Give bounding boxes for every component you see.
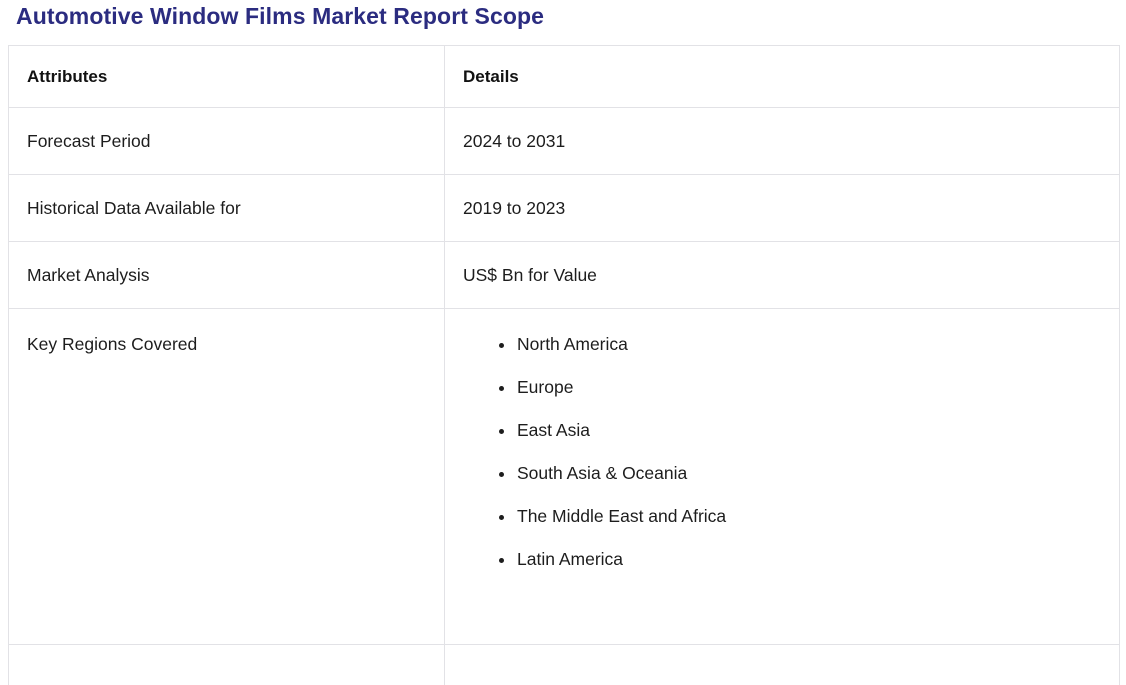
column-header-details: Details <box>445 46 1120 108</box>
report-scope-page: Automotive Window Films Market Report Sc… <box>0 0 1126 685</box>
attribute-cell: Historical Data Available for <box>9 175 445 242</box>
table-row-historical-data: Historical Data Available for 2019 to 20… <box>9 175 1120 242</box>
table-row-market-analysis: Market Analysis US$ Bn for Value <box>9 242 1120 309</box>
detail-cell <box>445 645 1120 685</box>
regions-list: North America Europe East Asia South Asi… <box>463 332 1105 572</box>
list-item-region: South Asia & Oceania <box>516 461 1105 486</box>
detail-cell: 2019 to 2023 <box>445 175 1120 242</box>
page-title: Automotive Window Films Market Report Sc… <box>0 0 1126 30</box>
report-scope-table: Attributes Details Forecast Period 2024 … <box>8 45 1120 685</box>
list-item-region: Latin America <box>516 547 1105 572</box>
list-item-region: The Middle East and Africa <box>516 504 1105 529</box>
detail-cell: North America Europe East Asia South Asi… <box>445 309 1120 645</box>
table-row-forecast-period: Forecast Period 2024 to 2031 <box>9 108 1120 175</box>
attribute-cell: Key Regions Covered <box>9 309 445 645</box>
detail-cell: US$ Bn for Value <box>445 242 1120 309</box>
column-header-attributes: Attributes <box>9 46 445 108</box>
table-row-partial <box>9 645 1120 685</box>
detail-cell: 2024 to 2031 <box>445 108 1120 175</box>
list-item-region: Europe <box>516 375 1105 400</box>
list-item-region: North America <box>516 332 1105 357</box>
table-header-row: Attributes Details <box>9 46 1120 108</box>
list-item-region: East Asia <box>516 418 1105 443</box>
table-row-key-regions: Key Regions Covered North America Europe… <box>9 309 1120 645</box>
attribute-cell: Forecast Period <box>9 108 445 175</box>
attribute-cell: Market Analysis <box>9 242 445 309</box>
attribute-cell <box>9 645 445 685</box>
